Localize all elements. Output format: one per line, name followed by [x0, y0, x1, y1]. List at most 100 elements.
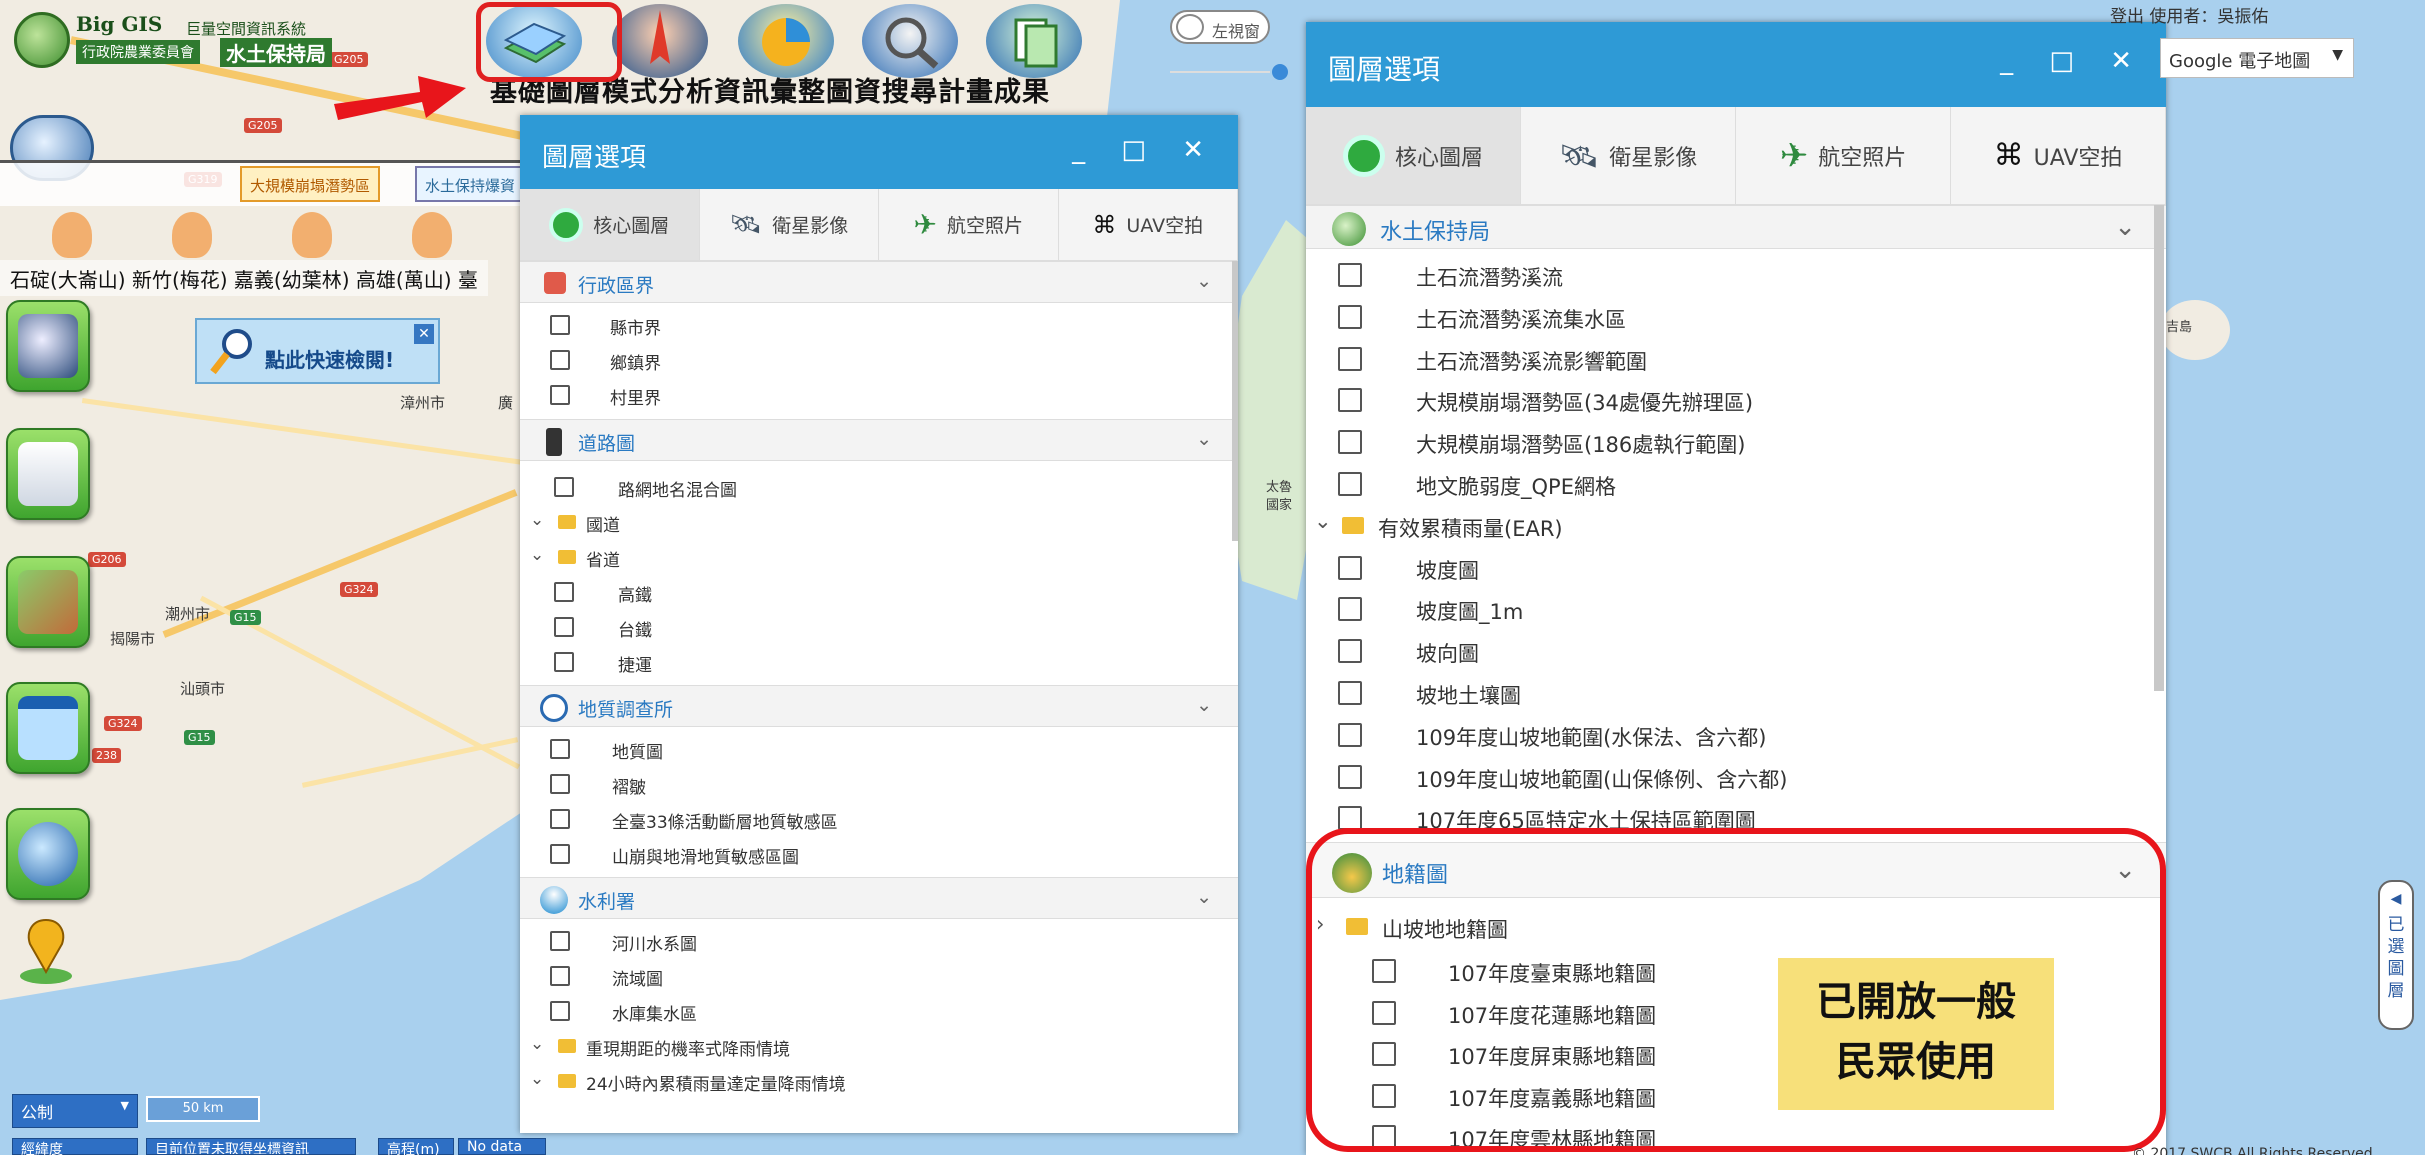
chevron-down-icon[interactable]: ⌄ — [1196, 270, 1212, 292]
quick-search-tip[interactable]: 點此快速檢閱! ✕ — [195, 318, 440, 384]
layer-row[interactable]: 地文脆弱度_QPE網格 — [1306, 467, 2166, 501]
layer-checkbox[interactable] — [554, 477, 574, 497]
folder-row[interactable]: ⌄ 重現期距的機率式降雨情境 — [520, 1032, 1238, 1062]
panel-titlebar[interactable]: 圖層選項 _ □ ✕ — [520, 115, 1238, 189]
layer-checkbox[interactable] — [550, 350, 570, 370]
layer-checkbox[interactable] — [1338, 639, 1362, 664]
window-controls[interactable]: _ □ ✕ — [1072, 135, 1218, 165]
tab-uav[interactable]: ⌘ UAV空拍 — [1951, 107, 2166, 204]
chevron-down-icon[interactable]: ⌄ — [530, 1069, 544, 1089]
folder-row[interactable]: ⌄ 國道 — [520, 508, 1238, 538]
location-marker-icon[interactable] — [14, 916, 78, 988]
layer-checkbox[interactable] — [1338, 388, 1362, 413]
group-admin-boundary[interactable]: 行政區界 ⌄ — [520, 261, 1238, 303]
banner-tag-landslide[interactable]: 大規模崩塌潛勢區 — [240, 166, 381, 202]
layer-checkbox[interactable] — [550, 1001, 570, 1021]
magnifier-map-icon[interactable] — [862, 4, 958, 78]
group-road-map[interactable]: 道路圖 ⌄ — [520, 419, 1238, 461]
group-swcb[interactable]: 水土保持局 ⌄ — [1306, 205, 2166, 249]
group-water-resources[interactable]: 水利署 ⌄ — [520, 877, 1238, 919]
layer-checkbox[interactable] — [1338, 681, 1362, 705]
chevron-down-icon[interactable]: ⌄ — [1196, 886, 1212, 908]
layer-checkbox[interactable] — [550, 385, 570, 405]
left-window-toggle[interactable]: 左視窗 — [1170, 10, 1270, 44]
chevron-down-icon[interactable]: ⌄ — [530, 545, 544, 565]
layer-row[interactable]: 大規模崩塌潛勢區(186處執行範圍) — [1306, 425, 2166, 459]
layer-checkbox[interactable] — [1338, 722, 1362, 747]
layer-checkbox[interactable] — [550, 774, 570, 794]
layer-row[interactable]: 縣市界 — [520, 311, 1238, 341]
layer-row[interactable]: 鄉鎮界 — [520, 346, 1238, 376]
layer-row[interactable]: 全臺33條活動斷層地質敏感區 — [520, 805, 1238, 835]
layer-checkbox[interactable] — [1338, 430, 1362, 455]
pie-chart-icon[interactable] — [738, 4, 834, 78]
layer-checkbox[interactable] — [1338, 263, 1362, 287]
tab-uav[interactable]: ⌘ UAV空拍 — [1059, 189, 1238, 260]
group-geology[interactable]: 地質調查所 ⌄ — [520, 685, 1238, 727]
layer-row[interactable]: 山崩與地滑地質敏感區圖 — [520, 840, 1238, 870]
folder-row[interactable]: ⌄ 省道 — [520, 543, 1238, 573]
city-station-strip[interactable]: 石碇(大崙山) 新竹(梅花) 嘉義(幼葉林) 高雄(萬山) 臺 — [0, 260, 488, 296]
tab-satellite[interactable]: 🛰 衛星影像 — [700, 189, 879, 260]
map-tools-button[interactable] — [6, 556, 90, 648]
layer-row[interactable]: 捷運 — [520, 648, 1238, 678]
layer-row[interactable]: 土石流潛勢溪流集水區 — [1306, 300, 2166, 334]
layer-checkbox[interactable] — [550, 844, 570, 864]
layer-row[interactable]: 流域圖 — [520, 962, 1238, 992]
layer-row[interactable]: 坡度圖_1m — [1306, 592, 2166, 626]
tab-aerial[interactable]: ✈ 航空照片 — [879, 189, 1059, 260]
logout-link[interactable]: 登出 — [2110, 7, 2144, 27]
chevron-down-icon[interactable]: ⌄ — [530, 1034, 544, 1054]
banner-tag-swc[interactable]: 水土保持爆資 — [415, 166, 525, 202]
menu-info-summary[interactable]: 資訊彙整 — [714, 70, 826, 109]
layer-row[interactable]: 109年度山坡地範圍(山保條例、含六都) — [1306, 760, 2166, 794]
opacity-slider-handle[interactable] — [1272, 64, 1288, 80]
layer-checkbox[interactable] — [1338, 764, 1362, 789]
layer-checkbox[interactable] — [550, 739, 570, 759]
layer-checkbox[interactable] — [550, 931, 570, 951]
selected-layers-tab[interactable]: ◀ 已選圖層 — [2378, 880, 2414, 1030]
chevron-down-icon[interactable]: ⌄ — [1196, 694, 1212, 716]
layer-checkbox[interactable] — [550, 966, 570, 986]
map-pin-button[interactable] — [6, 428, 90, 520]
layer-row[interactable]: 地質圖 — [520, 735, 1238, 765]
layer-checkbox[interactable] — [1338, 304, 1362, 329]
folder-row[interactable]: ⌄ 24小時內累積雨量達定量降雨情境 — [520, 1067, 1238, 1097]
layer-row[interactable]: 河川水系圖 — [520, 927, 1238, 957]
tab-core-layers[interactable]: 核心圖層 — [1306, 107, 1521, 204]
app-logo[interactable]: Big GIS 巨量空間資訊系統 行政院農業委員會 水土保持局 — [10, 8, 360, 70]
panel-scrollbar[interactable] — [1232, 261, 1238, 541]
layer-checkbox[interactable] — [1338, 346, 1362, 371]
panel-titlebar[interactable]: 圖層選項 _ □ ✕ — [1306, 22, 2166, 107]
globe-button[interactable] — [6, 808, 90, 900]
tab-satellite[interactable]: 🛰 衛星影像 — [1521, 107, 1736, 204]
chevron-down-icon[interactable]: ⌄ — [1314, 509, 1332, 533]
taiwan-view-button[interactable] — [6, 300, 90, 392]
chevron-down-icon[interactable]: ⌄ — [1196, 428, 1212, 450]
layer-row[interactable]: 土石流潛勢溪流 — [1306, 258, 2166, 292]
layer-checkbox[interactable] — [550, 315, 570, 335]
coord-mode-select[interactable]: 經緯度 — [12, 1138, 138, 1155]
layer-checkbox[interactable] — [554, 652, 574, 672]
basemap-select[interactable]: Google 電子地圖 ▼ — [2160, 38, 2354, 78]
layer-checkbox[interactable] — [554, 582, 574, 602]
documents-icon[interactable] — [986, 4, 1082, 78]
layer-row[interactable]: 土石流潛勢溪流影響範圍 — [1306, 342, 2166, 376]
layer-checkbox[interactable] — [1338, 472, 1362, 496]
layer-row[interactable]: 坡地土壤圖 — [1306, 676, 2166, 710]
close-icon[interactable]: ✕ — [414, 324, 434, 344]
layer-checkbox[interactable] — [1338, 555, 1362, 580]
window-controls[interactable]: _ □ ✕ — [2000, 46, 2146, 76]
chevron-down-icon[interactable]: ⌄ — [2114, 212, 2136, 242]
layer-row[interactable]: 路網地名混合圖 — [520, 473, 1238, 503]
opacity-slider-track[interactable] — [1170, 71, 1270, 73]
menu-map-search[interactable]: 圖資搜尋 — [826, 70, 938, 109]
layer-checkbox[interactable] — [554, 617, 574, 637]
layer-row[interactable]: 高鐵 — [520, 578, 1238, 608]
chevron-down-icon[interactable]: ⌄ — [530, 510, 544, 530]
compass-icon[interactable] — [612, 4, 708, 78]
layer-checkbox[interactable] — [1338, 597, 1362, 622]
layer-row[interactable]: 坡向圖 — [1306, 634, 2166, 668]
layer-row[interactable]: 褶皺 — [520, 770, 1238, 800]
tab-aerial[interactable]: ✈ 航空照片 — [1736, 107, 1951, 204]
